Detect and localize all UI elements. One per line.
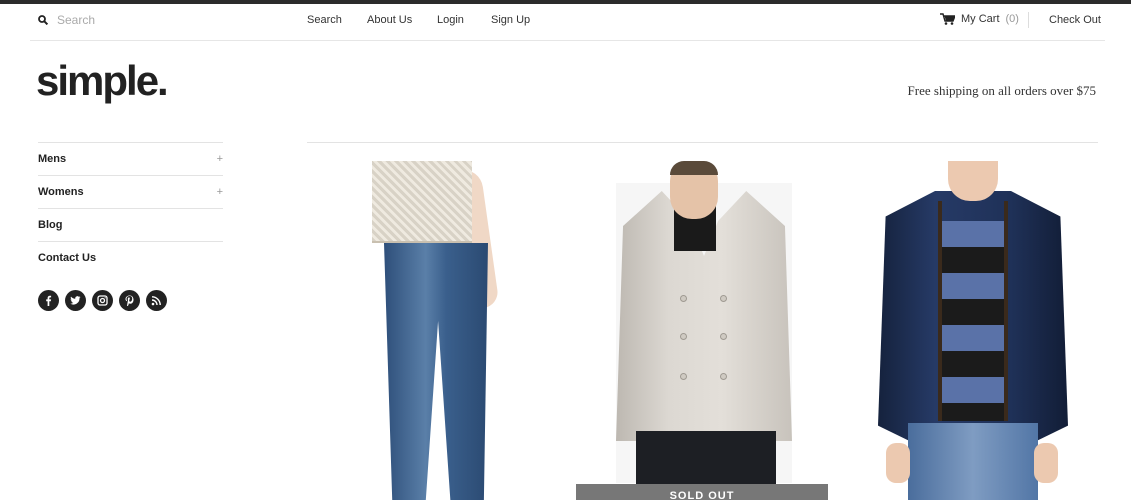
sidebar-item-label: Contact Us bbox=[38, 252, 97, 264]
nav-sign-up[interactable]: Sign Up bbox=[491, 14, 530, 26]
site-logo[interactable]: simple. bbox=[36, 60, 169, 102]
cart-count: (0) bbox=[1005, 13, 1019, 25]
product-card-peacoat[interactable]: SOLD OUT bbox=[576, 161, 828, 500]
product-image bbox=[670, 161, 718, 175]
coat-button-detail bbox=[720, 333, 727, 340]
search-input[interactable] bbox=[57, 13, 207, 27]
product-card-jeans[interactable] bbox=[370, 161, 510, 500]
coat-button-detail bbox=[720, 295, 727, 302]
sidebar-item-blog[interactable]: Blog bbox=[38, 208, 223, 241]
product-image bbox=[908, 423, 1038, 500]
product-image bbox=[948, 161, 998, 201]
nav-search[interactable]: Search bbox=[307, 14, 342, 26]
expand-icon[interactable]: + bbox=[217, 153, 223, 165]
product-image bbox=[384, 243, 488, 500]
sidebar-item-contact-us[interactable]: Contact Us bbox=[38, 241, 223, 274]
product-image bbox=[1004, 201, 1008, 421]
product-card-navy-jacket[interactable] bbox=[878, 161, 1068, 500]
nav-about-us[interactable]: About Us bbox=[367, 14, 412, 26]
product-image bbox=[942, 221, 1004, 421]
product-image bbox=[938, 201, 942, 421]
checkout-link[interactable]: Check Out bbox=[1049, 14, 1101, 26]
product-image bbox=[372, 161, 472, 243]
cart-link[interactable]: My Cart (0) bbox=[940, 13, 1019, 25]
product-image bbox=[1034, 443, 1058, 483]
content-divider bbox=[307, 142, 1098, 143]
pinterest-icon[interactable] bbox=[119, 290, 140, 311]
instagram-icon[interactable] bbox=[92, 290, 113, 311]
sidebar-nav: Mens + Womens + Blog Contact Us bbox=[38, 142, 223, 274]
sidebar-item-label: Blog bbox=[38, 219, 63, 231]
sidebar-item-label: Womens bbox=[38, 186, 84, 198]
cart-label: My Cart bbox=[961, 13, 1000, 25]
coat-button-detail bbox=[680, 333, 687, 340]
facebook-icon[interactable] bbox=[38, 290, 59, 311]
expand-icon[interactable]: + bbox=[217, 186, 223, 198]
sidebar-item-womens[interactable]: Womens + bbox=[38, 175, 223, 208]
nav-login[interactable]: Login bbox=[437, 14, 464, 26]
sidebar-item-label: Mens bbox=[38, 153, 67, 165]
coat-button-detail bbox=[680, 373, 687, 380]
search-icon bbox=[38, 15, 48, 25]
top-bar: Search About Us Login Sign Up My Cart (0… bbox=[30, 4, 1105, 41]
coat-button-detail bbox=[720, 373, 727, 380]
header-divider bbox=[1028, 12, 1029, 28]
sold-out-badge: SOLD OUT bbox=[576, 484, 828, 500]
coat-button-detail bbox=[680, 295, 687, 302]
sidebar-item-mens[interactable]: Mens + bbox=[38, 142, 223, 175]
cart-icon bbox=[940, 13, 955, 25]
rss-icon[interactable] bbox=[146, 290, 167, 311]
search-box[interactable] bbox=[38, 13, 207, 27]
shipping-tagline: Free shipping on all orders over $75 bbox=[907, 83, 1096, 98]
twitter-icon[interactable] bbox=[65, 290, 86, 311]
social-links bbox=[38, 290, 167, 311]
product-image bbox=[886, 443, 910, 483]
